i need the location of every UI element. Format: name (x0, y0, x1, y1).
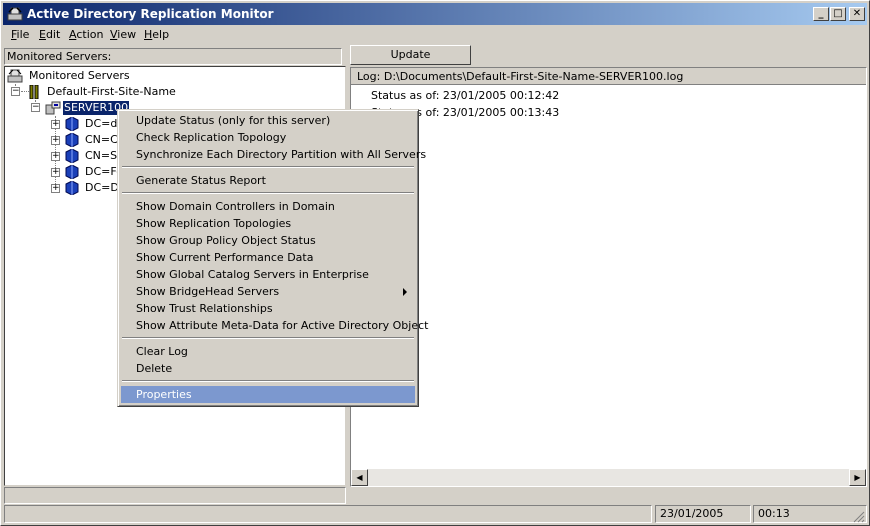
server-icon (45, 101, 61, 115)
menu-item-show-performance-data[interactable]: Show Current Performance Data (121, 249, 415, 266)
partition-book-icon (65, 117, 79, 131)
expand-toggle[interactable]: + (51, 120, 60, 129)
app-window: Active Directory Replication Monitor _ □… (0, 0, 870, 526)
partition-book-icon (65, 133, 79, 147)
menu-action-rest: ction (76, 28, 104, 41)
left-panel-footer (4, 487, 346, 504)
expand-toggle[interactable]: + (51, 168, 60, 177)
menu-separator (122, 337, 414, 339)
menu-item-show-bridgehead-servers[interactable]: Show BridgeHead Servers (121, 283, 415, 300)
window-title: Active Directory Replication Monitor (27, 7, 274, 21)
expand-toggle[interactable]: + (51, 184, 60, 193)
partition-book-icon (65, 181, 79, 195)
maximize-button[interactable]: □ (830, 7, 846, 21)
context-menu: Update Status (only for this server) Che… (117, 109, 428, 407)
minimize-button[interactable]: _ (813, 7, 829, 21)
log-line: Status as of: 23/01/2005 00:12:42 (371, 89, 560, 102)
minimize-icon: _ (818, 8, 824, 19)
menu-separator (122, 380, 414, 382)
menu-item-update-status[interactable]: Update Status (only for this server) (121, 112, 415, 129)
log-horizontal-scrollbar[interactable]: ◀ ▶ (351, 469, 866, 486)
menu-separator (122, 192, 414, 194)
log-pane: Log: D:\Documents\Default-First-Site-Nam… (350, 67, 867, 487)
partition-book-icon (65, 165, 79, 179)
left-panel-header: Monitored Servers: (4, 48, 342, 65)
update-automatically-button[interactable]: Update Automatically (350, 45, 471, 79)
maximize-icon: □ (833, 8, 843, 19)
menu-file[interactable]: File (11, 28, 29, 41)
menu-bar: File Edit Action View Help (3, 26, 867, 44)
expand-toggle[interactable]: + (51, 152, 60, 161)
scroll-right-icon: ▶ (854, 473, 861, 482)
menu-item-show-bridgehead-servers-label: Show BridgeHead Servers (136, 285, 280, 298)
monitored-servers-icon (7, 69, 23, 83)
menu-action[interactable]: Action (69, 28, 103, 41)
close-button[interactable]: ✕ (849, 7, 865, 21)
scroll-track[interactable] (368, 469, 849, 486)
scroll-right-button[interactable]: ▶ (849, 469, 866, 486)
menu-item-show-gpo-status[interactable]: Show Group Policy Object Status (121, 232, 415, 249)
menu-item-synchronize-partitions[interactable]: Synchronize Each Directory Partition wit… (121, 146, 426, 163)
menu-separator (122, 166, 414, 168)
menu-item-delete[interactable]: Delete (121, 360, 415, 377)
menu-file-rest: ile (16, 28, 30, 41)
menu-item-properties[interactable]: Properties (121, 386, 415, 403)
menu-item-show-replication-topologies[interactable]: Show Replication Topologies (121, 215, 415, 232)
status-date: 23/01/2005 (655, 505, 751, 523)
resize-grip-icon[interactable] (853, 511, 865, 523)
menu-item-show-trust-relationships[interactable]: Show Trust Relationships (121, 300, 415, 317)
status-main (4, 505, 652, 523)
menu-edit-accel: E (39, 28, 46, 41)
menu-help[interactable]: Help (144, 28, 169, 41)
menu-item-check-replication-topology[interactable]: Check Replication Topology (121, 129, 415, 146)
menu-edit[interactable]: Edit (39, 28, 60, 41)
scroll-left-icon: ◀ (356, 473, 363, 482)
status-time: 00:13 (753, 505, 867, 523)
site-icon (29, 85, 39, 99)
submenu-arrow-icon (403, 288, 407, 296)
scroll-left-button[interactable]: ◀ (351, 469, 368, 486)
close-icon: ✕ (852, 8, 862, 19)
collapse-site-toggle[interactable]: − (11, 87, 20, 96)
title-bar[interactable]: Active Directory Replication Monitor _ □… (3, 3, 867, 25)
menu-view-rest: iew (117, 28, 137, 41)
menu-view[interactable]: View (110, 28, 136, 41)
collapse-server-toggle[interactable]: − (31, 103, 40, 112)
partition-book-icon (65, 149, 79, 163)
menu-edit-rest: dit (45, 28, 61, 41)
menu-help-rest: elp (152, 28, 170, 41)
menu-item-clear-log[interactable]: Clear Log (121, 343, 415, 360)
tree-root-label: Monitored Servers (29, 69, 130, 82)
log-header: Log: D:\Documents\Default-First-Site-Nam… (351, 68, 866, 85)
tree-site-label: Default-First-Site-Name (47, 85, 176, 98)
menu-item-show-global-catalog-servers[interactable]: Show Global Catalog Servers in Enterpris… (121, 266, 415, 283)
menu-item-show-domain-controllers[interactable]: Show Domain Controllers in Domain (121, 198, 415, 215)
expand-toggle[interactable]: + (51, 136, 60, 145)
menu-item-generate-status-report[interactable]: Generate Status Report (121, 172, 415, 189)
log-content[interactable]: Status as of: 23/01/2005 00:12:42 Status… (351, 85, 866, 469)
menu-item-show-attribute-metadata[interactable]: Show Attribute Meta-Data for Active Dire… (121, 317, 428, 334)
replication-monitor-icon (7, 7, 23, 21)
